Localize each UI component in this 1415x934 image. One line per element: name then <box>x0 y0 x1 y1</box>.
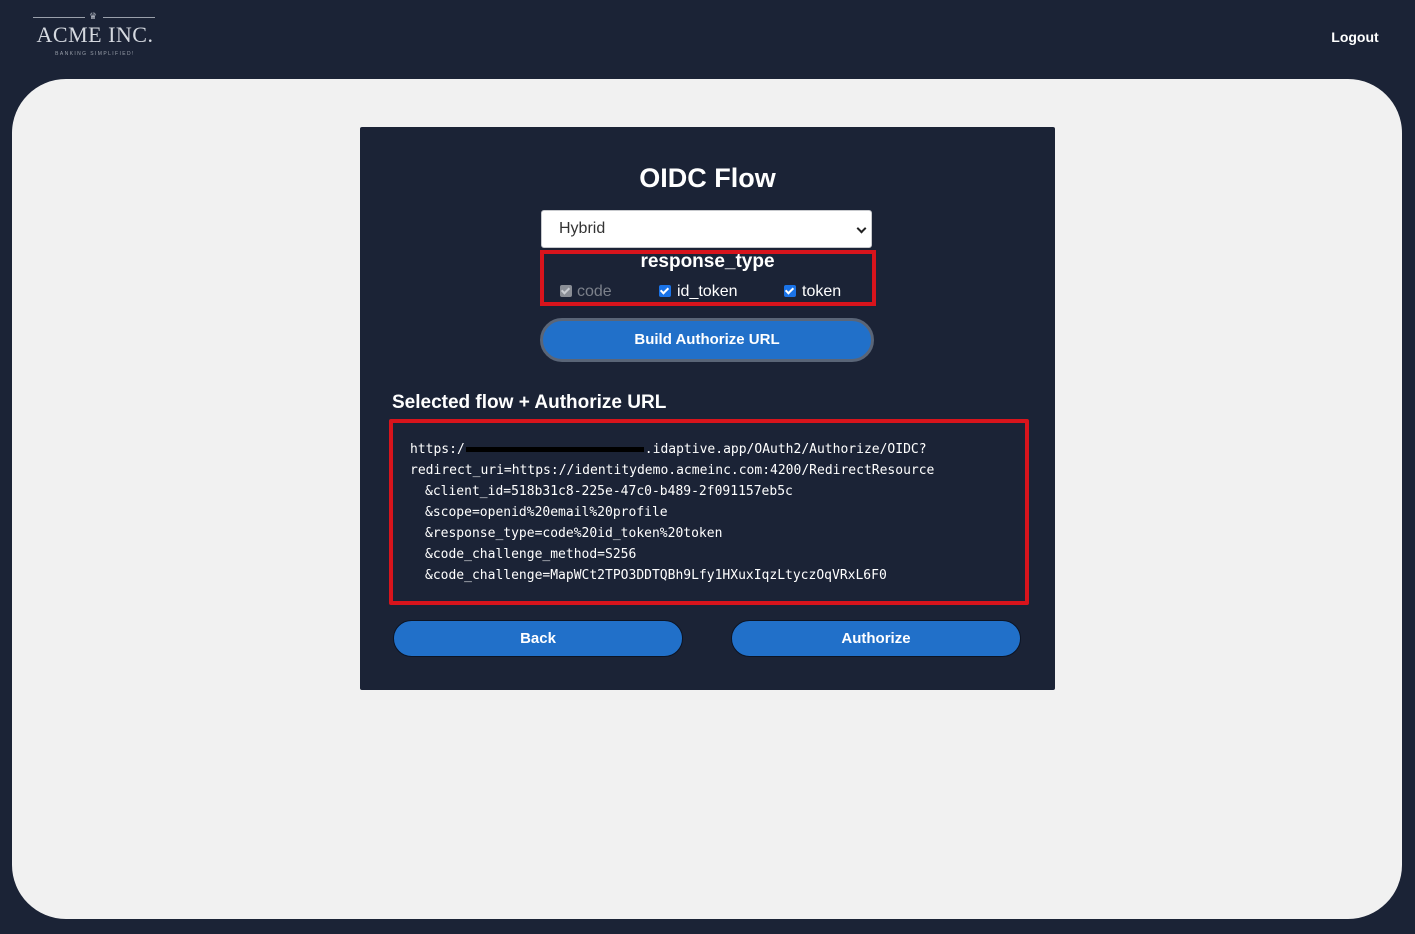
url-section-heading: Selected flow + Authorize URL <box>392 392 667 413</box>
url-line-scope: &scope=openid%20email%20profile <box>425 505 668 520</box>
authorize-button[interactable]: Authorize <box>731 620 1021 657</box>
url-host-suffix: .idaptive.app/OAuth2/Authorize/OIDC? <box>644 442 927 457</box>
redacted-tenant <box>465 447 644 452</box>
code-checkbox-label: code <box>577 283 612 300</box>
back-button[interactable]: Back <box>393 620 683 657</box>
id-token-checkbox[interactable] <box>659 285 671 297</box>
logo-rule-left <box>33 17 85 18</box>
id-token-checkbox-label: id_token <box>677 283 738 300</box>
url-line-client-id: &client_id=518b31c8-225e-47c0-b489-2f091… <box>425 484 793 499</box>
crown-icon: ♛ <box>89 11 98 21</box>
logo-tagline: BANKING SIMPLIFIED! <box>55 51 135 57</box>
code-checkbox[interactable] <box>560 285 572 297</box>
token-checkbox-label: token <box>802 283 842 300</box>
url-line-code-challenge-method: &code_challenge_method=S256 <box>425 547 637 562</box>
authorize-url-text: https:/ .idaptive.app/OAuth2/Authorize/OI… <box>410 439 934 586</box>
acme-logo[interactable]: ♛ ACME INC. BANKING SIMPLIFIED! <box>33 12 157 60</box>
oidc-flow-card: OIDC Flow Hybrid response_type code id_t… <box>360 127 1055 690</box>
logo-rule-right <box>103 17 155 18</box>
url-line-response-type: &response_type=code%20id_token%20token <box>425 526 723 541</box>
flow-type-select[interactable]: Hybrid <box>541 210 872 248</box>
response-type-label: response_type <box>640 251 775 272</box>
logout-link[interactable]: Logout <box>1322 29 1388 45</box>
page-title: OIDC Flow <box>639 163 776 193</box>
build-authorize-url-button[interactable]: Build Authorize URL <box>540 318 874 362</box>
url-line-redirect-uri: redirect_uri=https://identitydemo.acmein… <box>410 463 935 478</box>
token-checkbox[interactable] <box>784 285 796 297</box>
flow-type-selected-value: Hybrid <box>559 220 606 237</box>
url-line-host: https:/ .idaptive.app/OAuth2/Authorize/OI… <box>410 439 934 460</box>
chevron-down-icon <box>856 223 867 234</box>
url-host-prefix: https:/ <box>410 442 465 457</box>
logo-name: ACME INC. <box>36 22 154 47</box>
top-navbar: ♛ ACME INC. BANKING SIMPLIFIED! Logout <box>0 0 1415 79</box>
url-line-code-challenge: &code_challenge=MapWCt2TPO3DDTQBh9Lfy1HX… <box>425 568 887 583</box>
